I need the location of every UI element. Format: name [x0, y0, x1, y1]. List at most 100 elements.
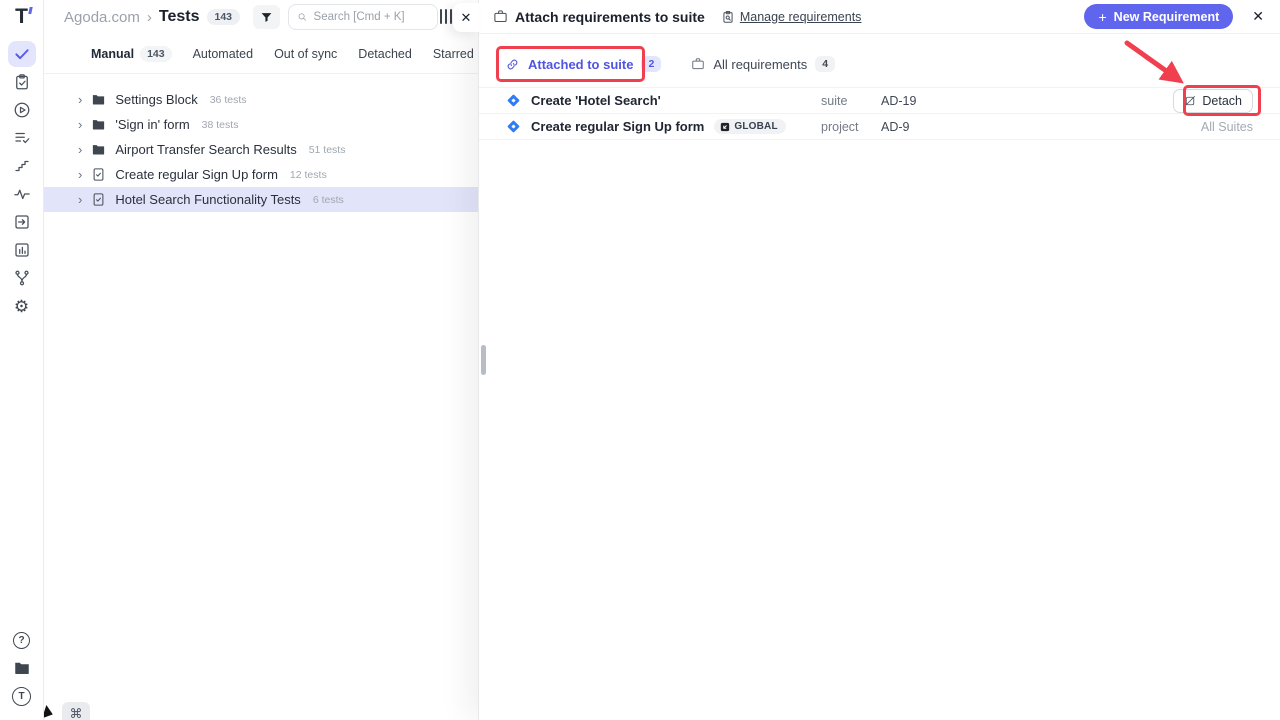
sliders-icon[interactable] [440, 9, 452, 24]
folder-icon [91, 142, 106, 157]
attach-requirements-panel: ✕ Attach requirements to suite Manage re… [478, 0, 1280, 720]
search-input[interactable] [314, 11, 430, 23]
app-window: T ⚙ [0, 0, 1280, 720]
requirements-tabs: Attached to suite 2 All requirements 4 [479, 47, 1280, 81]
stairs-icon [13, 157, 31, 175]
command-icon: ⌘ [70, 706, 83, 720]
filter-tab-detached[interactable]: Detached [358, 47, 412, 61]
all-suites-note: All Suites [1201, 120, 1253, 134]
document-check-icon [91, 167, 106, 182]
folder-icon [91, 117, 106, 132]
bar-chart-icon [13, 241, 31, 259]
icon-rail: T ⚙ [0, 0, 44, 720]
pulse-icon [13, 185, 31, 203]
breadcrumb-separator-icon: › [147, 9, 152, 26]
tree-row-settings-block[interactable]: › Settings Block 36 tests [44, 87, 478, 112]
rail-bottom: ? T [0, 626, 44, 720]
tests-count: 12 tests [290, 169, 327, 181]
tree-row-create-regular-signup[interactable]: › Create regular Sign Up form 12 tests [44, 162, 478, 187]
rail-item-settings[interactable]: ⚙ [0, 292, 44, 320]
briefcase-icon [493, 9, 508, 24]
requirement-scope: suite [821, 94, 847, 108]
search-icon [297, 11, 308, 23]
chevron-right-icon[interactable]: › [78, 168, 82, 181]
requirement-id: AD-19 [881, 94, 916, 108]
logo-accent [28, 7, 32, 14]
tree-row-airport-transfer[interactable]: › Airport Transfer Search Results 51 tes… [44, 137, 478, 162]
help-icon: ? [13, 632, 30, 649]
tab-all-requirements[interactable]: All requirements 4 [691, 56, 835, 72]
new-requirement-button[interactable]: + New Requirement [1084, 4, 1233, 29]
funnel-icon [260, 11, 273, 24]
filter-tab-row: Manual 143 Automated Out of sync Detache… [44, 34, 478, 74]
folder-icon [13, 659, 31, 677]
rail-item-account[interactable]: T [0, 682, 44, 710]
rail-item-import[interactable] [0, 208, 44, 236]
breadcrumb-page-title: Tests [159, 8, 200, 26]
rail-item-test-plans[interactable] [0, 68, 44, 96]
account-logo-icon: T [12, 687, 31, 706]
chevron-right-icon[interactable]: › [78, 143, 82, 156]
panel-edge-close-button[interactable]: ✕ [453, 3, 479, 32]
mouse-cursor [44, 705, 55, 720]
clipboard-check-icon [13, 73, 31, 91]
requirement-diamond-icon [507, 94, 520, 107]
rail-item-runs[interactable] [0, 96, 44, 124]
global-scope-icon [720, 122, 730, 132]
all-requirements-count-badge: 4 [815, 56, 835, 72]
rail-item-checklists[interactable] [0, 124, 44, 152]
app-logo[interactable]: T [15, 0, 28, 40]
rail-item-analytics[interactable] [0, 180, 44, 208]
gear-icon: ⚙ [14, 298, 29, 315]
filter-tab-manual[interactable]: Manual 143 [91, 46, 172, 62]
requirement-diamond-icon [507, 120, 520, 133]
chevron-right-icon[interactable]: › [78, 193, 82, 206]
manual-count-badge: 143 [140, 46, 172, 62]
rail-item-branches[interactable] [0, 264, 44, 292]
filter-tab-automated[interactable]: Automated [193, 47, 253, 61]
branch-icon [13, 269, 31, 287]
plus-icon: + [1098, 9, 1106, 25]
check-icon [13, 45, 31, 63]
filter-button[interactable] [253, 5, 280, 29]
manage-requirements-link[interactable]: Manage requirements [740, 10, 862, 24]
briefcase-icon [691, 57, 705, 71]
panel-close-button[interactable]: ✕ [1252, 8, 1264, 25]
tests-count-badge: 143 [207, 9, 241, 25]
requirements-list: Create 'Hotel Search' suite AD-19 Detach… [479, 87, 1280, 140]
close-icon: ✕ [461, 10, 472, 26]
list-check-icon [13, 129, 31, 147]
chevron-right-icon[interactable]: › [78, 93, 82, 106]
search-box[interactable] [288, 4, 438, 30]
tree-row-sign-in-form[interactable]: › 'Sign in' form 38 tests [44, 112, 478, 137]
rail-item-reports[interactable] [0, 236, 44, 264]
filter-tab-out-of-sync[interactable]: Out of sync [274, 47, 337, 61]
panel-title: Attach requirements to suite [515, 9, 705, 25]
tests-count: 6 tests [313, 194, 344, 206]
breadcrumb-project[interactable]: Agoda.com [64, 9, 140, 26]
panel-resize-handle[interactable] [481, 345, 486, 375]
requirement-row-hotel-search[interactable]: Create 'Hotel Search' suite AD-19 Detach [479, 88, 1280, 114]
tests-pane: Agoda.com › Tests 143 Manual 143 Automat… [44, 0, 478, 720]
rail-item-steps[interactable] [0, 152, 44, 180]
document-check-icon [91, 192, 106, 207]
detach-button[interactable]: Detach [1173, 89, 1253, 113]
tree-row-hotel-search-selected[interactable]: › Hotel Search Functionality Tests 6 tes… [44, 187, 478, 212]
tab-attached-to-suite[interactable]: Attached to suite 2 [505, 56, 661, 72]
filter-tab-starred[interactable]: Starred [433, 47, 474, 61]
tests-count: 38 tests [202, 119, 239, 131]
rail-item-docs[interactable] [0, 654, 44, 682]
clipboard-search-icon [721, 10, 735, 24]
global-badge: GLOBAL [714, 119, 785, 134]
keyboard-shortcut-badge[interactable]: ⌘ [62, 702, 90, 720]
tests-count: 36 tests [210, 94, 247, 106]
requirement-row-signup-form[interactable]: Create regular Sign Up form GLOBAL proje… [479, 114, 1280, 140]
requirement-id: AD-9 [881, 120, 909, 134]
rail-item-tests[interactable] [0, 40, 44, 68]
rail-item-help[interactable]: ? [0, 626, 44, 654]
manage-requirements[interactable]: Manage requirements [721, 10, 862, 24]
chevron-right-icon[interactable]: › [78, 118, 82, 131]
play-circle-icon [13, 101, 31, 119]
requirement-scope: project [821, 120, 859, 134]
import-box-icon [13, 213, 31, 231]
